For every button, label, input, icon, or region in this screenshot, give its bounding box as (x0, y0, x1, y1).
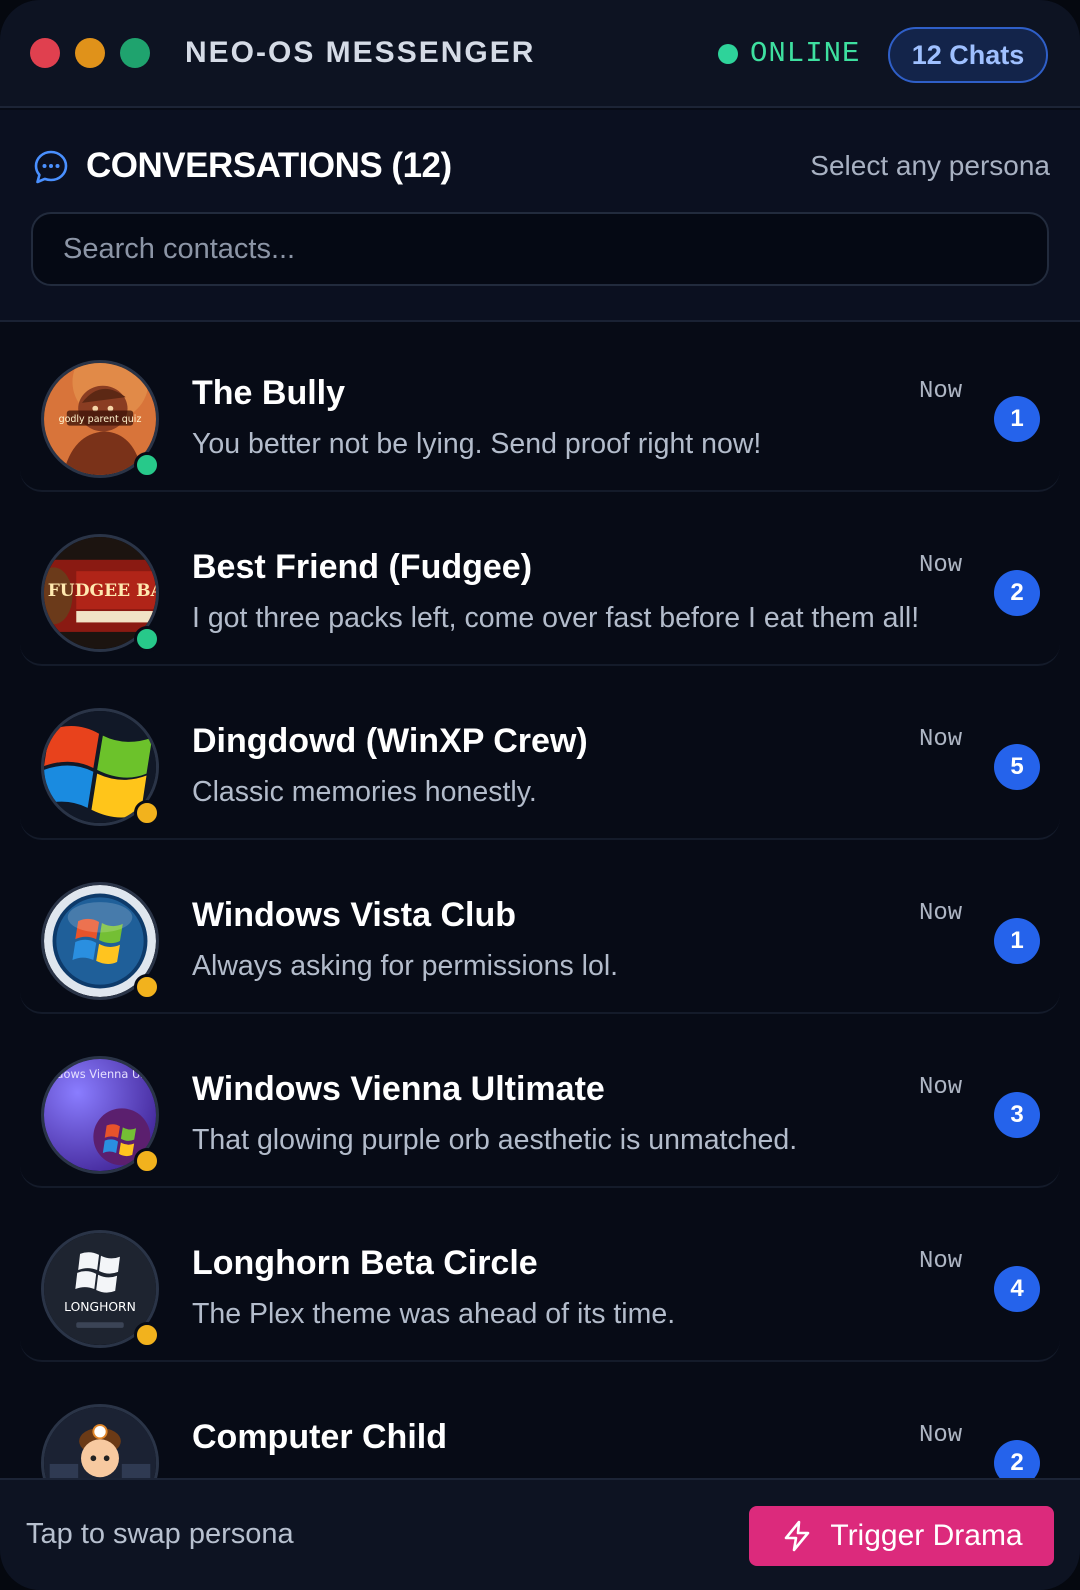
message-time: Now (919, 1422, 963, 1449)
messenger-window: NEO-OS MESSENGER ONLINE 12 Chats CONVERS… (0, 0, 1080, 1590)
avatar-caption: indows Vienna Ultimate (46, 1067, 156, 1081)
unread-badge: 2 (994, 570, 1040, 616)
chats-count-badge[interactable]: 12 Chats (888, 27, 1048, 83)
title-bar: NEO-OS MESSENGER ONLINE 12 Chats (0, 0, 1080, 108)
search-input[interactable] (31, 212, 1049, 286)
lightning-icon (785, 1520, 810, 1552)
message-time: Now (919, 378, 963, 405)
message-preview: The Plex theme was ahead of its time. (192, 1298, 676, 1330)
contact-name: The Bully (192, 374, 346, 412)
contact-name: Longhorn Beta Circle (192, 1244, 538, 1282)
contact-name: Dingdowd (WinXP Crew) (192, 722, 588, 760)
status-dot-icon (718, 43, 738, 64)
message-preview: You better not be lying. Send proof righ… (192, 428, 762, 460)
away-status-icon (134, 1148, 160, 1174)
message-time: Now (919, 900, 963, 927)
contact-name: Computer Child (192, 1418, 447, 1456)
contact-name: Windows Vista Club (192, 896, 516, 934)
trigger-drama-button[interactable]: Trigger Drama (749, 1506, 1054, 1566)
message-preview: Classic memories honestly. (192, 776, 537, 808)
contact-name: Windows Vienna Ultimate (192, 1070, 605, 1108)
avatar-caption: godly parent quiz (59, 414, 142, 425)
avatar-caption: LONGHORN (64, 1300, 136, 1314)
message-preview: Always asking for permissions lol. (192, 950, 619, 982)
status-label: ONLINE (750, 37, 861, 70)
close-window-button[interactable] (30, 38, 60, 68)
away-status-icon (134, 974, 160, 1000)
app-title: NEO-OS MESSENGER (185, 36, 536, 69)
unread-badge: 5 (994, 744, 1040, 790)
cartoon-kid-avatar (41, 1404, 159, 1478)
away-status-icon (134, 1322, 160, 1348)
online-status-icon (134, 452, 160, 478)
message-time: Now (919, 1248, 963, 1275)
message-time: Now (919, 1074, 963, 1101)
connection-status: ONLINE (718, 37, 860, 70)
online-status-icon (134, 626, 160, 652)
unread-badge: 4 (994, 1266, 1040, 1312)
away-status-icon (134, 800, 160, 826)
chat-bubble-icon (34, 150, 68, 184)
avatar-caption: FUDGEE BARR (48, 581, 156, 601)
contact-name: Best Friend (Fudgee) (192, 548, 533, 586)
unread-badge: 2 (994, 1440, 1040, 1478)
conversation-list[interactable]: godly parent quiz The Bully You better n… (0, 322, 1080, 1478)
trigger-drama-label: Trigger Drama (830, 1519, 1023, 1552)
unread-badge: 1 (994, 396, 1040, 442)
message-preview: That glowing purple orb aesthetic is unm… (192, 1124, 798, 1156)
conversations-title: CONVERSATIONS (12) (86, 146, 452, 185)
message-time: Now (919, 552, 963, 579)
conversation-item-vista-club[interactable]: Windows Vista Club Always asking for per… (20, 844, 1060, 1014)
conversation-item-longhorn-beta[interactable]: LONGHORN Longhorn Beta Circle The Plex t… (20, 1192, 1060, 1362)
conversation-item-best-friend[interactable]: FUDGEE BARR Best Friend (Fudgee) I got t… (20, 496, 1060, 666)
minimize-window-button[interactable] (75, 38, 105, 68)
conversation-item-vienna-ultimate[interactable]: indows Vienna Ultimate Windows Vienna Ul… (20, 1018, 1060, 1188)
maximize-window-button[interactable] (120, 38, 150, 68)
footer-bar: Tap to swap persona Trigger Drama (0, 1478, 1080, 1590)
swap-persona-hint: Tap to swap persona (26, 1518, 294, 1550)
conversation-item-dingdowd[interactable]: Dingdowd (WinXP Crew) Classic memories h… (20, 670, 1060, 840)
conversation-item-the-bully[interactable]: godly parent quiz The Bully You better n… (20, 322, 1060, 492)
message-preview: I got three packs left, come over fast b… (192, 602, 920, 634)
unread-badge: 3 (994, 1092, 1040, 1138)
unread-badge: 1 (994, 918, 1040, 964)
conversation-item-computer-child[interactable]: Computer Child Now 2 (20, 1366, 1060, 1478)
select-persona-hint: Select any persona (810, 150, 1050, 181)
message-time: Now (919, 726, 963, 753)
